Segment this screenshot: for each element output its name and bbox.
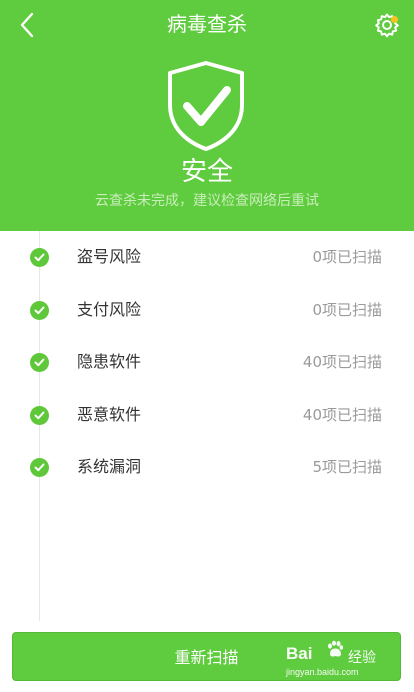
scan-item-label: 恶意软件 xyxy=(77,405,142,424)
scan-item-label: 系统漏洞 xyxy=(77,457,142,476)
scan-item-count: 40项已扫描 xyxy=(302,353,382,371)
scan-item-risky-apps: 隐患软件 40项已扫描 xyxy=(0,342,414,382)
check-circle-icon xyxy=(30,458,49,477)
watermark-brand: Bai xyxy=(286,644,313,663)
check-circle-icon xyxy=(30,353,49,372)
check-circle-icon xyxy=(30,406,49,425)
paw-icon xyxy=(328,640,344,657)
baidu-jingyan-watermark: Bai 经验 jingyan.baidu.com xyxy=(286,638,398,682)
scan-item-label: 盗号风险 xyxy=(77,247,142,266)
scan-item-label: 支付风险 xyxy=(77,300,142,319)
scan-item-system-vulnerability: 系统漏洞 5项已扫描 xyxy=(0,447,414,487)
scan-item-account-theft: 盗号风险 0项已扫描 xyxy=(0,237,414,277)
scan-item-count: 5项已扫描 xyxy=(312,458,382,476)
status-title: 安全 xyxy=(180,157,233,187)
scan-item-label: 隐患软件 xyxy=(77,352,142,371)
watermark-url: jingyan.baidu.com xyxy=(286,667,359,677)
scan-item-count: 0项已扫描 xyxy=(312,301,382,319)
page-title: 病毒查杀 xyxy=(167,12,247,36)
scan-item-count: 0项已扫描 xyxy=(312,248,382,266)
check-circle-icon xyxy=(30,301,49,320)
status-subtitle: 云查杀未完成，建议检查网络后重试 xyxy=(95,193,319,209)
scan-item-malware: 恶意软件 40项已扫描 xyxy=(0,395,414,435)
scan-item-count: 40项已扫描 xyxy=(302,406,382,424)
check-circle-icon xyxy=(30,248,49,267)
notification-dot xyxy=(391,16,398,23)
header: 病毒查杀 安全 云查杀未完成，建议检查网络后重试 xyxy=(0,0,414,231)
shield-check-icon xyxy=(168,61,244,151)
settings-button[interactable] xyxy=(368,6,406,44)
watermark-product: 经验 xyxy=(348,650,376,666)
scan-item-payment: 支付风险 0项已扫描 xyxy=(0,290,414,330)
